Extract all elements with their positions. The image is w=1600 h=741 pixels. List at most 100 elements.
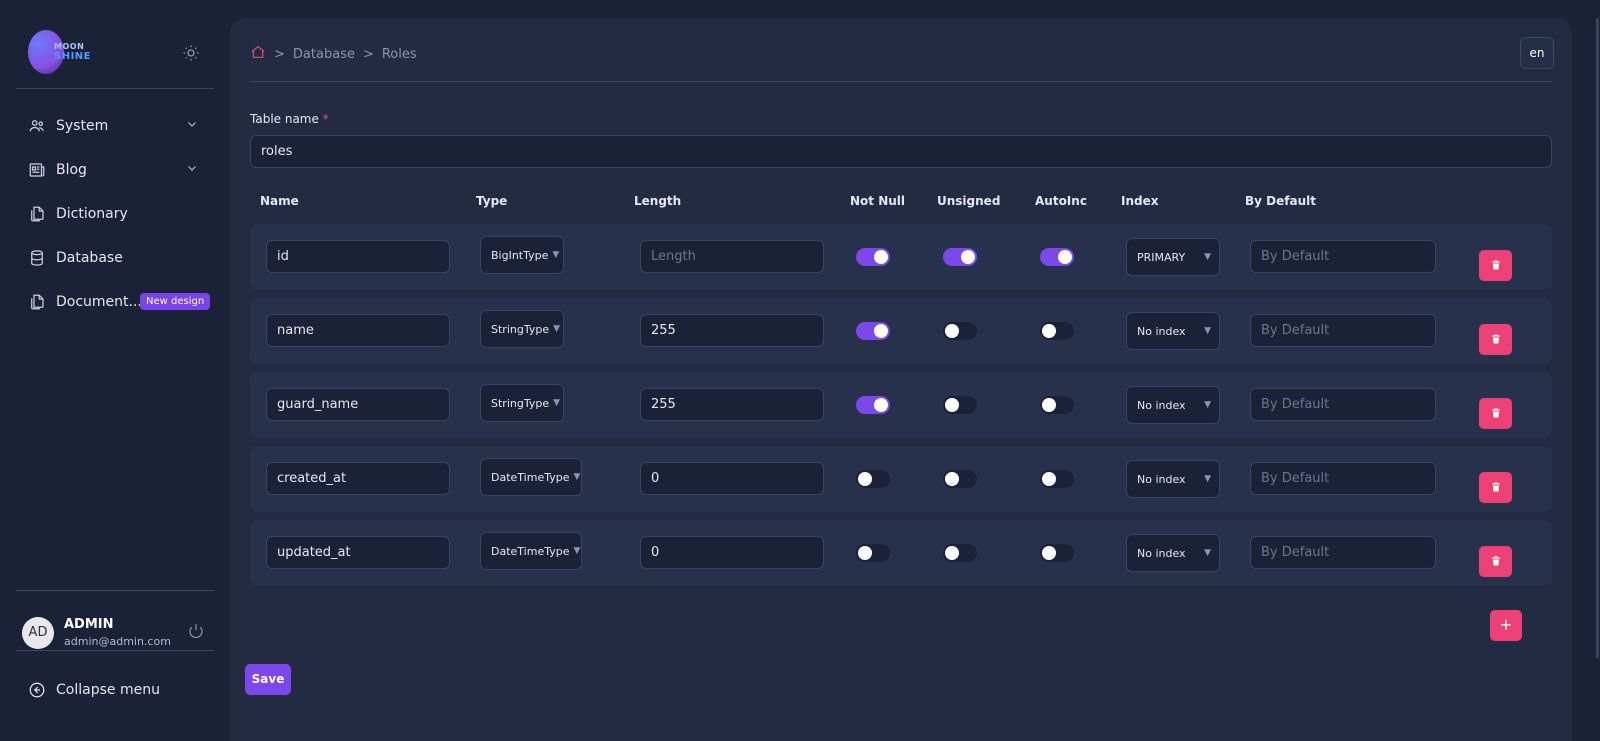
- field-length-input[interactable]: [640, 462, 824, 495]
- breadcrumb-separator-icon: >: [362, 46, 374, 62]
- sidebar-menu: System Blog Dictionary Database Document…: [16, 104, 214, 324]
- caret-down-icon: ▼: [573, 546, 581, 556]
- trash-icon: [1490, 404, 1502, 423]
- field-type-value: DateTimeType: [491, 544, 570, 558]
- unsigned-toggle[interactable]: [943, 544, 977, 562]
- field-type-select[interactable]: BigIntType ▼: [480, 236, 564, 274]
- documents-icon: [28, 293, 46, 311]
- delete-row-button[interactable]: [1479, 324, 1512, 355]
- not-null-toggle[interactable]: [856, 544, 890, 562]
- field-type-select[interactable]: StringType ▼: [480, 310, 564, 348]
- field-length-input[interactable]: [640, 240, 824, 273]
- autoinc-toggle[interactable]: [1040, 322, 1074, 340]
- caret-down-icon: ▼: [1204, 474, 1211, 484]
- delete-row-button[interactable]: [1479, 398, 1512, 429]
- database-icon: [28, 249, 46, 267]
- delete-row-button[interactable]: [1479, 546, 1512, 577]
- sidebar-item-blog[interactable]: Blog: [16, 148, 214, 192]
- logo-text-line2: SHINE: [54, 51, 91, 62]
- field-name-input[interactable]: [266, 462, 450, 495]
- table-name-input[interactable]: [250, 135, 1552, 168]
- field-type-value: StringType: [491, 322, 550, 336]
- unsigned-toggle[interactable]: [943, 248, 977, 266]
- field-length-input[interactable]: [640, 536, 824, 569]
- sidebar: MOON SHINE System Blog Dictionary Databa…: [0, 0, 230, 741]
- index-select[interactable]: No index ▼: [1126, 312, 1220, 350]
- sidebar-item-database[interactable]: Database: [16, 236, 214, 280]
- sun-icon[interactable]: [181, 44, 201, 64]
- default-value-input[interactable]: [1250, 388, 1436, 421]
- power-icon[interactable]: [187, 622, 205, 644]
- not-null-toggle[interactable]: [856, 470, 890, 488]
- unsigned-toggle[interactable]: [943, 470, 977, 488]
- unsigned-toggle[interactable]: [943, 396, 977, 414]
- caret-down-icon: ▼: [1204, 326, 1211, 336]
- unsigned-toggle[interactable]: [943, 322, 977, 340]
- user-name: ADMIN: [64, 617, 114, 632]
- sidebar-item-dictionary[interactable]: Dictionary: [16, 192, 214, 236]
- new-design-badge: New design: [140, 293, 211, 310]
- sidebar-item-label: Blog: [56, 162, 87, 178]
- index-value: No index: [1137, 324, 1186, 338]
- field-length-input[interactable]: [640, 388, 824, 421]
- field-length-input[interactable]: [640, 314, 824, 347]
- autoinc-toggle[interactable]: [1040, 470, 1074, 488]
- index-select[interactable]: PRIMARY ▼: [1126, 238, 1220, 276]
- add-row-button[interactable]: +: [1490, 610, 1522, 641]
- index-select[interactable]: No index ▼: [1126, 460, 1220, 498]
- caret-down-icon: ▼: [553, 398, 561, 408]
- not-null-toggle[interactable]: [856, 248, 890, 266]
- default-value-input[interactable]: [1250, 536, 1436, 569]
- column-header-unsigned: Unsigned: [937, 194, 1001, 208]
- field-type-select[interactable]: StringType ▼: [480, 384, 564, 422]
- default-value-input[interactable]: [1250, 314, 1436, 347]
- delete-row-button[interactable]: [1479, 472, 1512, 503]
- trash-icon: [1490, 552, 1502, 571]
- caret-down-icon: ▼: [1204, 548, 1211, 558]
- caret-down-icon: ▼: [1204, 400, 1211, 410]
- column-header-autoinc: AutoInc: [1035, 194, 1087, 208]
- field-name-input[interactable]: [266, 388, 450, 421]
- breadcrumb-roles: Roles: [381, 46, 417, 62]
- field-name-input[interactable]: [266, 240, 450, 273]
- chevron-down-icon: [186, 162, 198, 177]
- field-name-input[interactable]: [266, 536, 450, 569]
- sidebar-item-documentation[interactable]: Document... New design: [16, 280, 214, 324]
- arrow-left-circle-icon: [28, 681, 46, 699]
- save-button[interactable]: Save: [245, 664, 291, 695]
- not-null-toggle[interactable]: [856, 396, 890, 414]
- user-profile[interactable]: AD ADMIN admin@admin.com: [22, 617, 212, 653]
- caret-down-icon: ▼: [573, 472, 581, 482]
- default-value-input[interactable]: [1250, 462, 1436, 495]
- index-select[interactable]: No index ▼: [1126, 386, 1220, 424]
- sidebar-item-label: System: [56, 118, 109, 134]
- delete-row-button[interactable]: [1479, 250, 1512, 281]
- documents-icon: [28, 205, 46, 223]
- home-icon[interactable]: [250, 44, 266, 64]
- column-header-by-default: By Default: [1245, 194, 1316, 208]
- caret-down-icon: ▼: [553, 324, 561, 334]
- scrollbar[interactable]: [1596, 18, 1599, 658]
- autoinc-toggle[interactable]: [1040, 396, 1074, 414]
- sidebar-item-system[interactable]: System: [16, 104, 214, 148]
- field-type-select[interactable]: DateTimeType ▼: [480, 532, 582, 570]
- sidebar-item-label: Database: [56, 250, 123, 266]
- field-type-value: StringType: [491, 396, 550, 410]
- default-value-input[interactable]: [1250, 240, 1436, 273]
- sidebar-divider: [16, 650, 214, 651]
- moonshine-logo[interactable]: MOON SHINE: [26, 28, 106, 78]
- index-select[interactable]: No index ▼: [1126, 534, 1220, 572]
- not-null-toggle[interactable]: [856, 322, 890, 340]
- main-panel: > Database > Roles en Table name * Name …: [230, 18, 1572, 741]
- autoinc-toggle[interactable]: [1040, 544, 1074, 562]
- required-mark: *: [322, 112, 329, 126]
- column-header-name: Name: [260, 194, 299, 208]
- logo-text-line1: MOON: [54, 42, 85, 51]
- autoinc-toggle[interactable]: [1040, 248, 1074, 266]
- language-switcher[interactable]: en: [1520, 37, 1554, 69]
- sidebar-item-label: Dictionary: [56, 206, 128, 222]
- breadcrumb-database[interactable]: Database: [293, 47, 355, 62]
- collapse-menu-button[interactable]: Collapse menu: [28, 681, 160, 699]
- field-type-select[interactable]: DateTimeType ▼: [480, 458, 582, 496]
- field-name-input[interactable]: [266, 314, 450, 347]
